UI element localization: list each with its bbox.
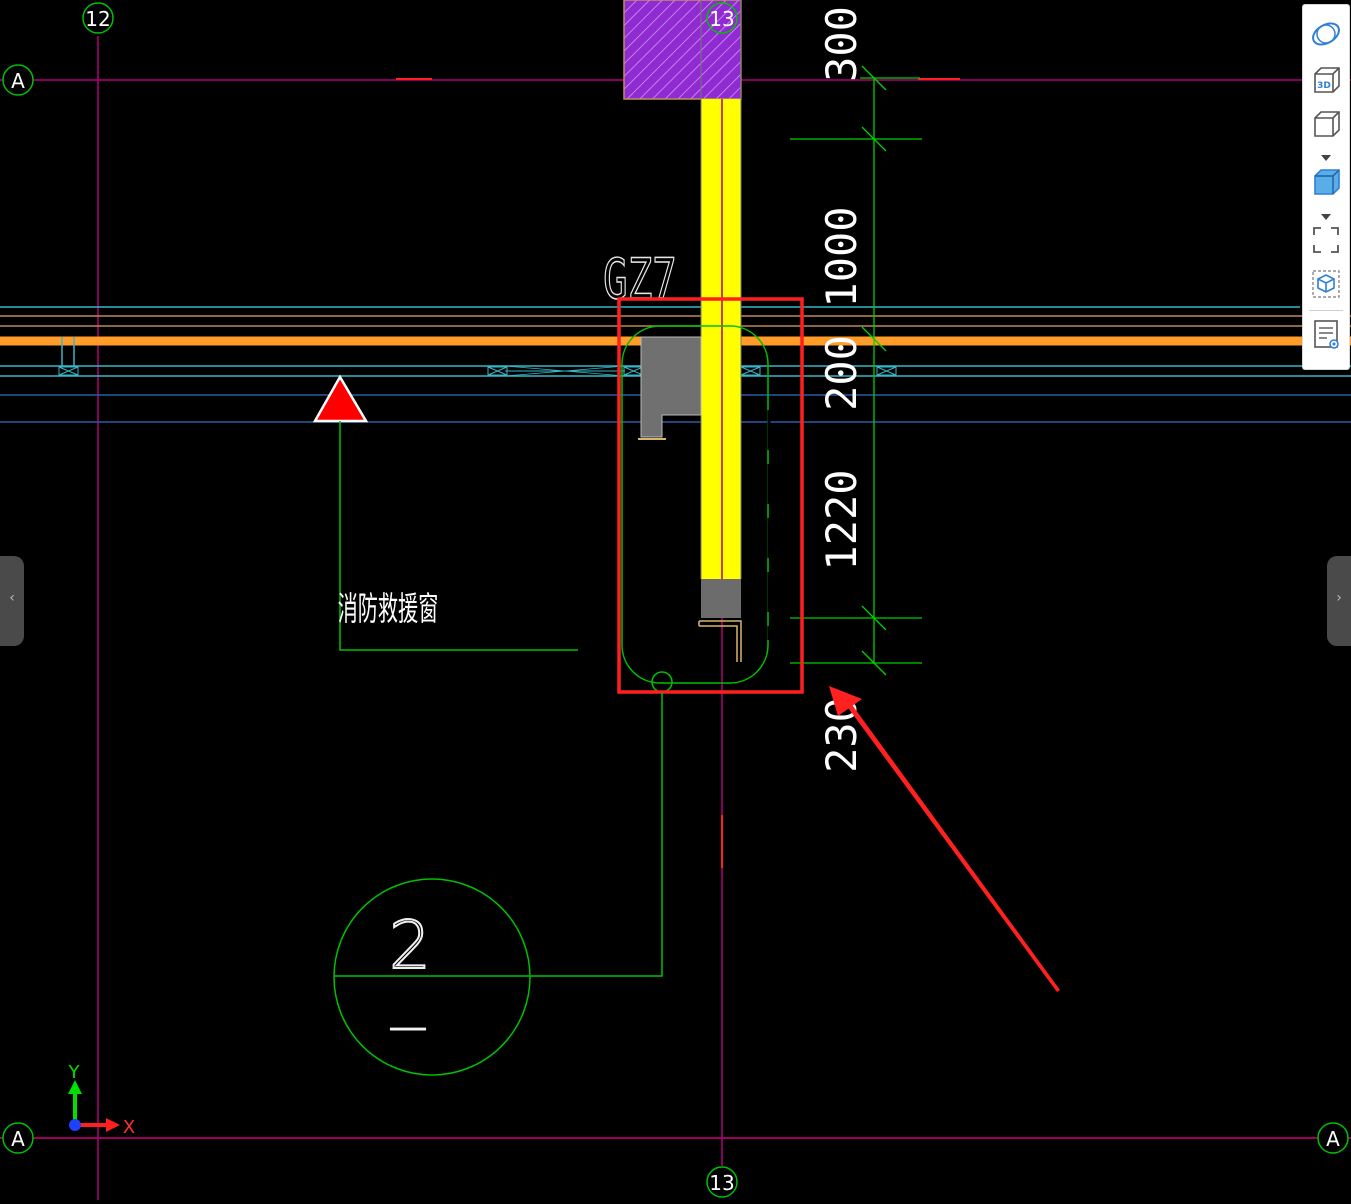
left-panel-toggle[interactable]: ‹ (0, 556, 24, 646)
ucs-icon: Y X (68, 1062, 136, 1138)
grid-label-13-top: 13 (709, 7, 734, 31)
fullscreen-icon (1313, 227, 1339, 253)
column-tag: GZ7 (603, 248, 677, 312)
grid-label-13-bottom: 13 (709, 1171, 734, 1195)
grid-bubble-a-top-left[interactable]: A (2, 64, 34, 96)
shaded-view-button[interactable] (1309, 165, 1343, 199)
rescue-window-label: 消防救援窗 (338, 591, 439, 628)
grid-bubble-a-bottom-left[interactable]: A (2, 1122, 34, 1154)
detail-sheet: — (388, 1004, 428, 1050)
chevron-left-icon: ‹ (9, 590, 15, 606)
document-view-icon (1314, 320, 1339, 349)
grid-bubble-12[interactable]: 12 (82, 2, 114, 34)
cad-viewport[interactable]: 300 1000 200 1220 230 GZ7 消防救援窗 2 — 12 1… (0, 0, 1351, 1200)
right-panel-toggle[interactable]: › (1327, 556, 1351, 646)
orbit-button[interactable] (1309, 17, 1343, 51)
grid-bubble-13-top[interactable]: 13 (706, 2, 738, 34)
grid-label-a-bottom-left: A (11, 1127, 25, 1151)
cad-drawing: 300 1000 200 1220 230 GZ7 消防救援窗 2 — 12 1… (0, 0, 1351, 1200)
view-3d-button[interactable]: 3D (1309, 63, 1343, 97)
wireframe-dropdown[interactable] (1321, 147, 1331, 161)
shaded-cube-icon (1314, 169, 1340, 195)
caret-down-icon (1321, 155, 1331, 161)
dimension-1220: 1220 (817, 469, 866, 570)
fit-view-button[interactable] (1309, 223, 1343, 257)
grid-axis-lines (0, 0, 1351, 1200)
dimension-1000: 1000 (817, 206, 866, 307)
orbit-icon (1312, 22, 1340, 46)
detail-number: 2 (389, 907, 431, 984)
grid-bubble-a-bottom-right[interactable]: A (1317, 1122, 1349, 1154)
grid-bubble-13-bottom[interactable]: 13 (706, 1166, 738, 1198)
rescue-window-marker[interactable]: 消防救援窗 (312, 374, 578, 651)
component-view-button[interactable] (1309, 267, 1343, 301)
view-toolbar: 3D (1302, 4, 1350, 370)
shaded-dropdown[interactable] (1321, 206, 1331, 220)
grid-label-a-top-left: A (11, 69, 25, 93)
dimension-300: 300 (817, 6, 866, 82)
grid-label-12: 12 (85, 7, 110, 31)
chevron-right-icon: › (1336, 590, 1342, 606)
dimension-texts: 300 1000 200 1220 230 (817, 6, 866, 773)
embed-bracket (698, 620, 742, 662)
toolbar-divider (1309, 310, 1343, 311)
caret-down-icon (1321, 214, 1331, 220)
component-box-icon (1312, 270, 1340, 298)
cube-3d-icon: 3D (1314, 67, 1340, 93)
wireframe-cube-icon (1314, 111, 1340, 137)
wireframe-view-button[interactable] (1309, 107, 1343, 141)
ucs-x-label: X (123, 1117, 135, 1138)
svg-text:3D: 3D (1317, 81, 1331, 91)
wall-hatch-markers (58, 366, 897, 376)
dimension-200: 200 (817, 335, 866, 411)
ucs-y-label: Y (68, 1062, 81, 1083)
property-view-button[interactable] (1309, 317, 1343, 351)
detail-callout[interactable]: 2 — (333, 692, 663, 1076)
grid-label-a-bottom-right: A (1326, 1127, 1340, 1151)
